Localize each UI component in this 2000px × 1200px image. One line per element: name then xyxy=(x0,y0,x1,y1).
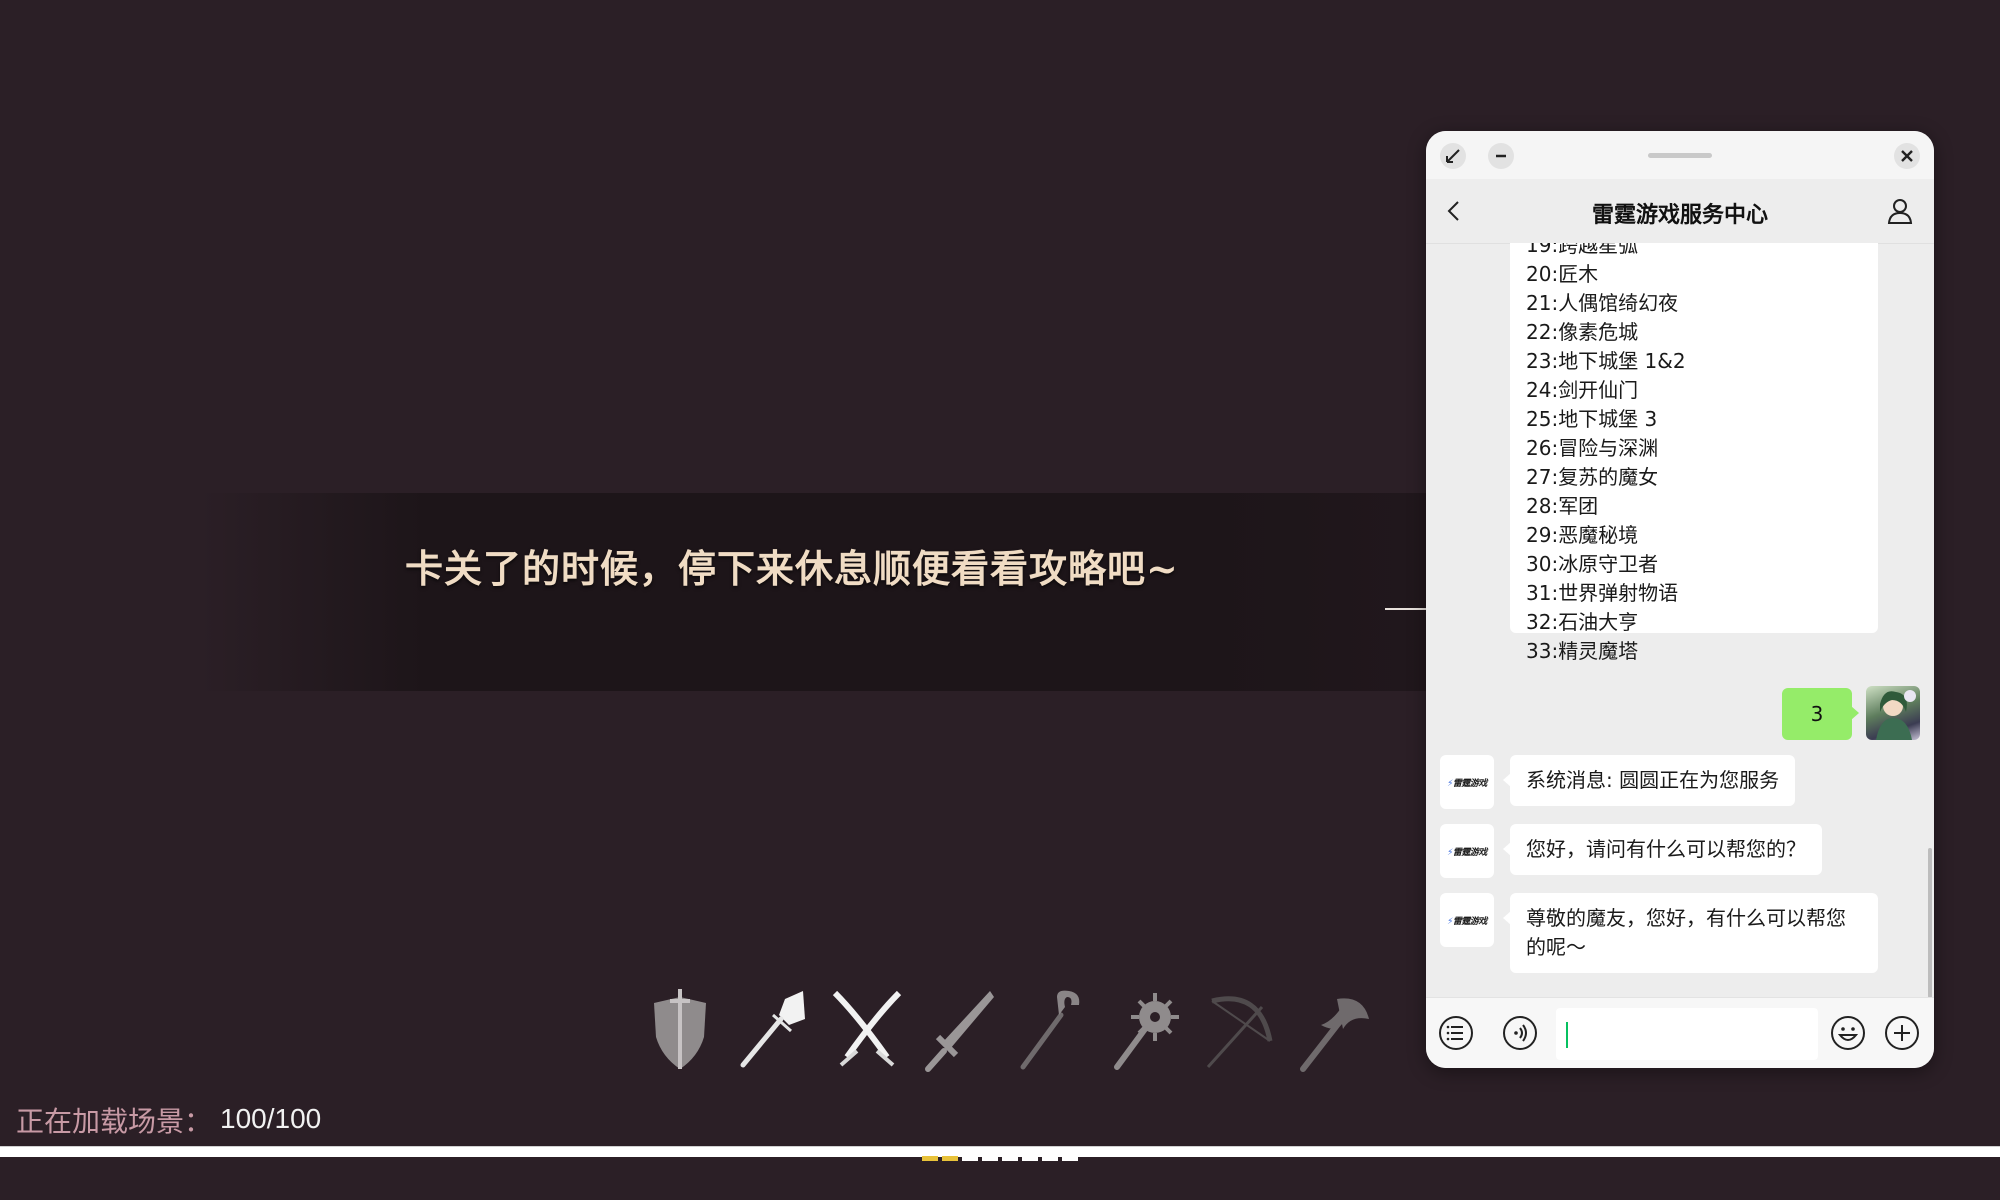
game-list: 19:跨越星弧 20:匠木 21:人偶馆绮幻夜 22:像素危城 23:地下城堡 1&2 2… xyxy=(1526,243,1686,666)
tip-divider-line xyxy=(1385,608,1427,610)
segment xyxy=(1042,1156,1058,1161)
game-list-item: 26:冒险与深渊 xyxy=(1526,436,1659,460)
segment xyxy=(982,1156,998,1161)
scrollbar[interactable] xyxy=(1928,848,1932,997)
game-list-item: 25:地下城堡 3 xyxy=(1526,407,1658,431)
segment xyxy=(922,1156,938,1161)
axe-icon xyxy=(1293,985,1373,1075)
mace-icon xyxy=(1107,985,1187,1075)
window-title-bar[interactable] xyxy=(1426,131,1934,179)
resize-button[interactable] xyxy=(1440,143,1466,169)
bot-logo: ⚡雷霆游戏 xyxy=(1447,916,1487,927)
game-list-item: 32:石油大亨 xyxy=(1526,610,1639,634)
bot-avatar[interactable]: ⚡雷霆游戏 xyxy=(1440,755,1494,809)
close-icon xyxy=(1901,150,1913,162)
game-list-item: 24:剑开仙门 xyxy=(1526,378,1639,402)
message-list[interactable]: 19:跨越星弧 20:匠木 21:人偶馆绮幻夜 22:像素危城 23:地下城堡 1&2 2… xyxy=(1426,243,1934,997)
loading-tip-text: 卡关了的时候，停下来休息顺便看看攻略吧~ xyxy=(405,546,1179,591)
segment xyxy=(1002,1156,1018,1161)
user-avatar[interactable] xyxy=(1866,686,1920,740)
user-message-bubble: 3 xyxy=(1782,688,1859,740)
segment xyxy=(1062,1156,1078,1161)
loading-label: 正在加载场景： xyxy=(16,1105,213,1138)
segment xyxy=(962,1156,978,1161)
minus-icon xyxy=(1496,154,1506,158)
crossed-swords-icon xyxy=(827,985,907,1075)
game-list-message: 19:跨越星弧 20:匠木 21:人偶馆绮幻夜 22:像素危城 23:地下城堡 1&2 2… xyxy=(1510,243,1878,663)
game-list-item: 29:恶魔秘境 xyxy=(1526,523,1639,547)
greatsword-icon xyxy=(920,985,1000,1075)
chat-title: 雷霆游戏服务中心 xyxy=(1591,203,1768,228)
bot-message-bubble: 您好，请问有什么可以帮您的？ xyxy=(1503,824,1822,875)
minimize-button[interactable] xyxy=(1488,143,1514,169)
bot-message-bubble: 系统消息: 圆圆正在为您服务 xyxy=(1502,755,1796,806)
plus-icon[interactable] xyxy=(1884,1015,1920,1051)
game-list-item: 22:像素危城 xyxy=(1526,320,1639,344)
support-chat-window: 雷霆游戏服务中心 19:跨越星弧 20:匠木 21:人偶馆绮幻夜 22:像素危城 23:… xyxy=(1426,131,1934,1068)
chat-input-bar xyxy=(1426,997,1934,1068)
game-list-item: 33:精灵魔塔 xyxy=(1526,639,1639,663)
loading-segment-indicator xyxy=(922,1156,1078,1162)
voice-icon[interactable] xyxy=(1502,1015,1538,1051)
staff-icon xyxy=(1013,985,1093,1075)
game-list-item: 30:冰原守卫者 xyxy=(1526,552,1659,576)
bot-avatar[interactable]: ⚡雷霆游戏 xyxy=(1440,824,1494,878)
close-button[interactable] xyxy=(1894,143,1920,169)
game-list-item: 31:世界弹射物语 xyxy=(1526,581,1679,605)
text-caret xyxy=(1566,1022,1568,1048)
message-input[interactable] xyxy=(1556,1008,1818,1060)
loading-progress-value: 100/100 xyxy=(220,1103,322,1134)
bot-logo: ⚡雷霆游戏 xyxy=(1447,778,1487,789)
game-list-item: 19:跨越星弧 xyxy=(1526,243,1639,257)
emoji-icon[interactable] xyxy=(1830,1015,1866,1051)
bot-avatar[interactable]: ⚡雷霆游戏 xyxy=(1440,893,1494,947)
segment xyxy=(1022,1156,1038,1161)
game-list-item: 21:人偶馆绮幻夜 xyxy=(1526,291,1679,315)
bow-icon xyxy=(1200,985,1280,1075)
weapon-icon-row xyxy=(640,985,1380,1075)
game-list-item: 20:匠木 xyxy=(1526,262,1599,286)
bot-logo: ⚡雷霆游戏 xyxy=(1447,847,1487,858)
segment xyxy=(942,1156,958,1161)
bot-message-bubble: 尊敬的魔友，您好，有什么可以帮您的呢～ xyxy=(1503,893,1878,973)
chat-header: 雷霆游戏服务中心 xyxy=(1426,179,1934,244)
profile-icon[interactable] xyxy=(1886,197,1914,225)
game-list-item: 27:复苏的魔女 xyxy=(1526,465,1659,489)
game-list-item: 23:地下城堡 1&2 xyxy=(1526,349,1686,373)
resize-icon xyxy=(1446,149,1460,163)
menu-list-icon[interactable] xyxy=(1438,1015,1474,1051)
shield-sword-icon xyxy=(640,985,720,1075)
spear-icon xyxy=(733,985,813,1075)
game-list-item: 28:军团 xyxy=(1526,494,1599,518)
drag-handle[interactable] xyxy=(1648,153,1712,158)
